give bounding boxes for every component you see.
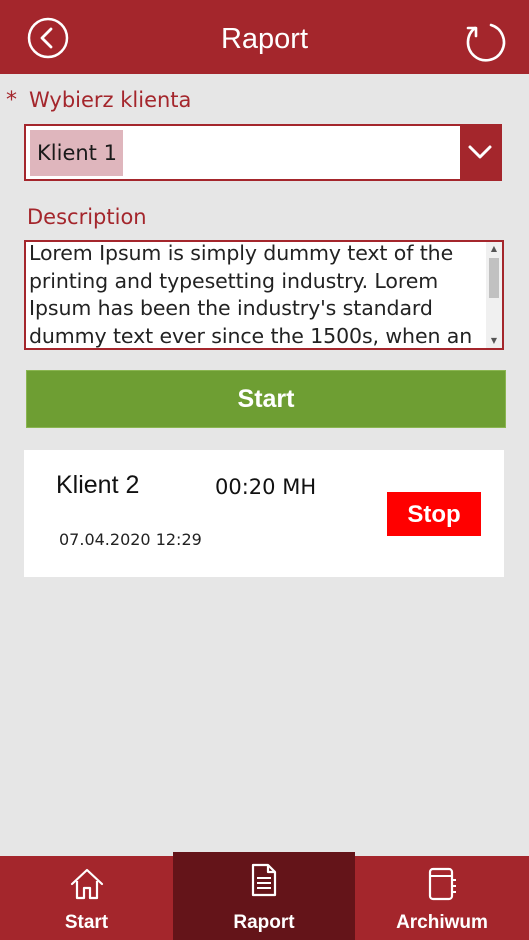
description-label: Description: [27, 205, 147, 229]
back-arrow-icon: [27, 17, 69, 59]
refresh-button[interactable]: [462, 20, 508, 66]
home-icon: [70, 868, 103, 900]
description-scrollbar[interactable]: ▲ ▼: [486, 242, 502, 348]
bottom-nav: Start Raport Archiwum: [0, 852, 529, 940]
notebook-icon: [428, 867, 456, 901]
active-entry-card: Klient 2 00:20 MH 07.04.2020 12:29 Stop: [24, 450, 504, 577]
header-bar: Raport: [0, 0, 529, 74]
client-selected-value: Klient 1: [30, 130, 123, 176]
entry-duration: 00:20 MH: [215, 475, 317, 499]
entry-client: Klient 2: [56, 471, 140, 499]
refresh-icon: [466, 23, 506, 62]
chevron-down-icon: [468, 145, 492, 159]
start-button[interactable]: Start: [26, 370, 506, 428]
page-title: Raport: [220, 23, 309, 55]
nav-label-start: Start: [64, 912, 109, 933]
dropdown-toggle[interactable]: [460, 126, 500, 179]
scroll-down-icon[interactable]: ▼: [486, 334, 502, 348]
entry-datetime: 07.04.2020 12:29: [59, 530, 202, 549]
scroll-up-icon[interactable]: ▲: [486, 242, 502, 256]
client-label: Wybierz klienta: [29, 88, 192, 112]
required-marker: *: [6, 88, 17, 113]
description-textarea[interactable]: Lorem Ipsum is simply dummy text of the …: [24, 240, 504, 350]
nav-item-raport[interactable]: Raport: [173, 852, 355, 940]
nav-label-raport: Raport: [233, 912, 295, 933]
back-button[interactable]: [26, 16, 70, 60]
scroll-thumb[interactable]: [489, 258, 499, 298]
document-icon: [251, 863, 277, 897]
nav-item-archiwum[interactable]: Archiwum: [355, 856, 529, 940]
description-text: Lorem Ipsum is simply dummy text of the …: [29, 241, 473, 348]
client-dropdown[interactable]: Klient 1: [24, 124, 502, 181]
stop-button[interactable]: Stop: [387, 492, 481, 536]
nav-label-archiwum: Archiwum: [396, 912, 488, 933]
nav-item-start[interactable]: Start: [0, 856, 173, 940]
